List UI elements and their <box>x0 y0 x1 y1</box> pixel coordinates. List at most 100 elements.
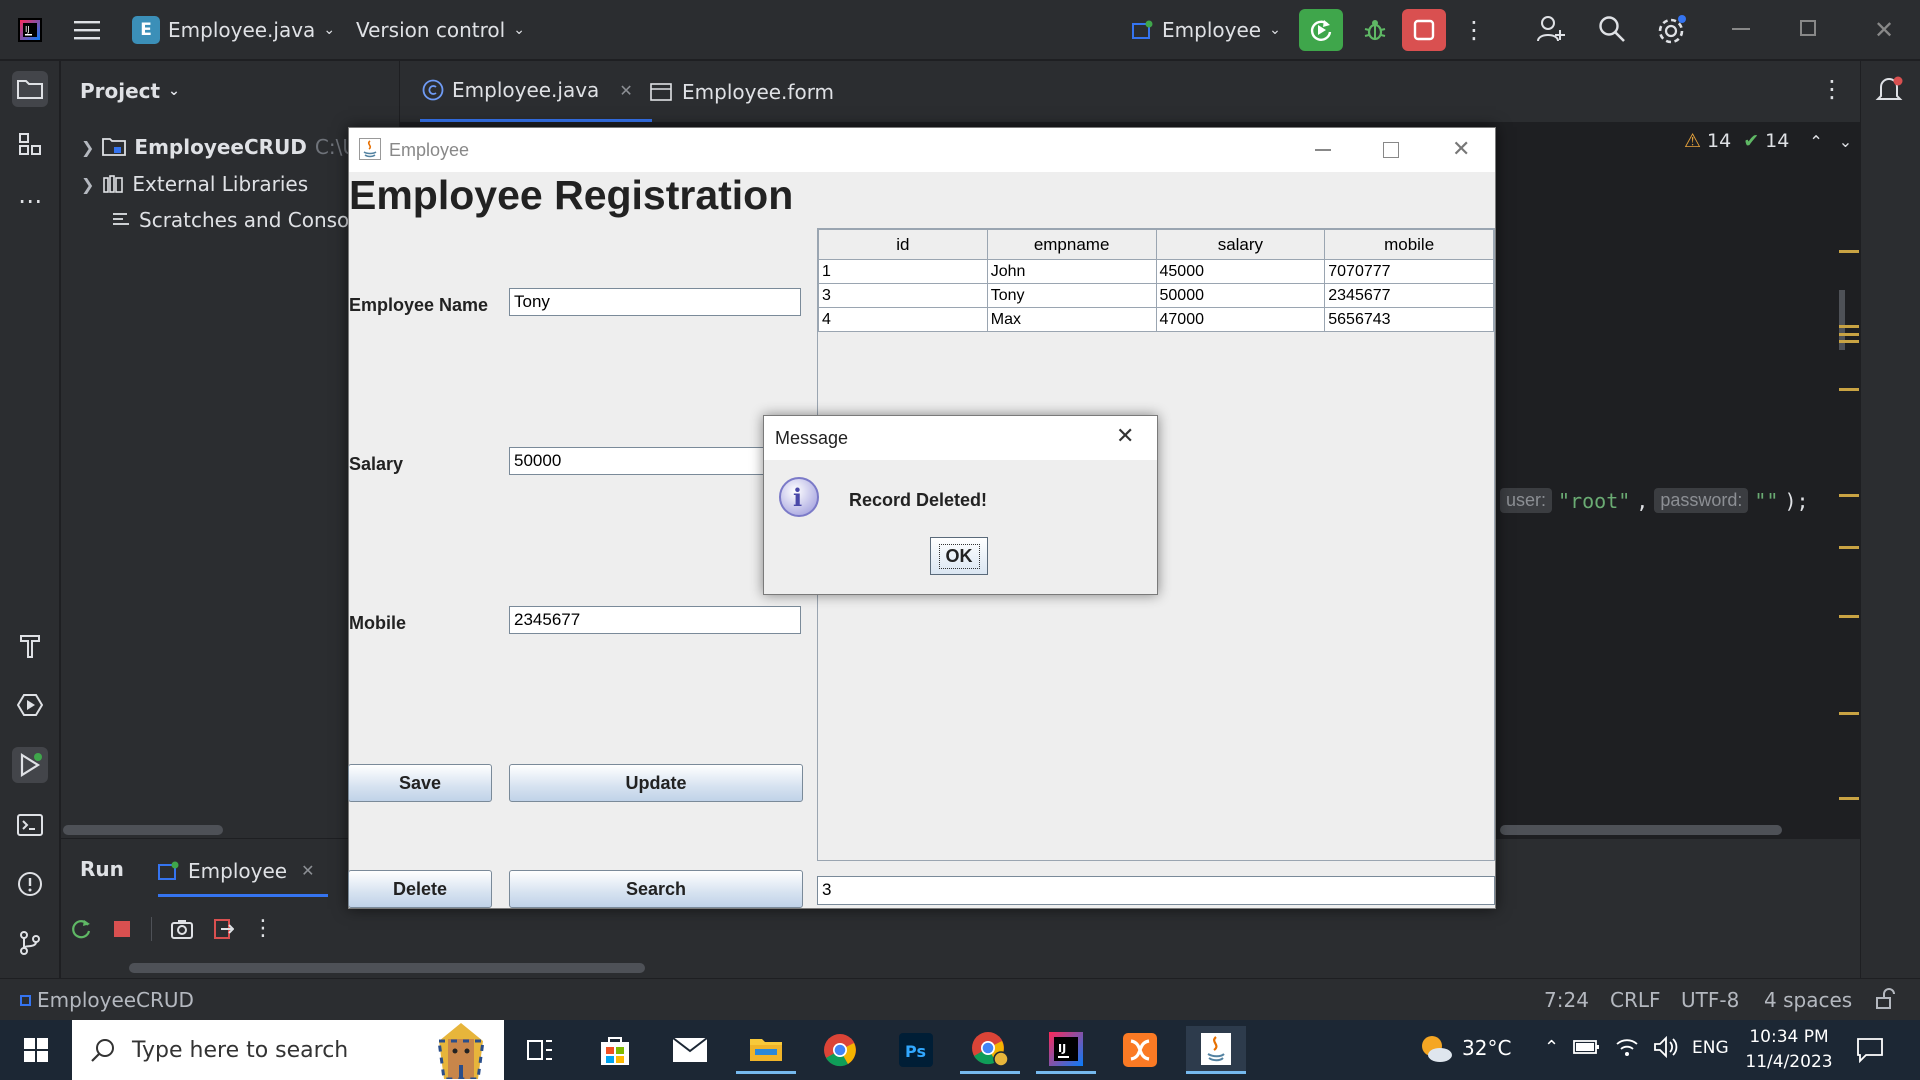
structure-icon[interactable] <box>12 126 48 162</box>
wifi-icon[interactable] <box>1615 1036 1639 1058</box>
error-stripe-mark[interactable] <box>1839 494 1859 497</box>
battery-icon[interactable] <box>1573 1038 1601 1056</box>
error-stripe-mark[interactable] <box>1839 250 1859 253</box>
error-stripe-mark[interactable] <box>1839 712 1859 715</box>
settings-gear-icon[interactable] <box>1656 14 1688 46</box>
lock-icon[interactable] <box>1874 988 1896 1010</box>
run-more-icon[interactable]: ⋮ <box>252 916 274 941</box>
table-row[interactable]: 4 Max 47000 5656743 <box>818 307 1494 332</box>
close-tab-icon[interactable]: ✕ <box>301 861 314 880</box>
status-indent[interactable]: 4 spaces <box>1764 988 1852 1012</box>
photoshop-icon[interactable]: Ps <box>886 1026 946 1074</box>
add-user-icon[interactable] <box>1536 14 1566 44</box>
terminal-icon[interactable] <box>12 807 48 843</box>
tab-employee-java[interactable]: Employee.java ✕ <box>420 61 652 122</box>
tab-employee-form[interactable]: Employee.form <box>650 61 834 122</box>
table-header-mobile[interactable]: mobile <box>1324 229 1494 260</box>
salary-field[interactable]: 50000 <box>509 447 801 475</box>
taskbar-search-box[interactable]: Type here to search <box>72 1020 504 1080</box>
run-tab-employee[interactable]: Employee ✕ <box>158 847 328 897</box>
run-config-selector[interactable]: Employee ⌄ <box>1132 12 1281 48</box>
inspection-widget[interactable]: ⚠ 14 ✔ 14 ⌃ ⌄ <box>1684 130 1852 152</box>
status-project[interactable]: EmployeeCRUD <box>20 988 194 1012</box>
windows-start-icon[interactable] <box>6 1026 66 1074</box>
chrome-profile-icon[interactable] <box>960 1026 1020 1074</box>
exit-icon[interactable] <box>212 918 234 940</box>
java-app-icon[interactable] <box>1186 1026 1246 1074</box>
editor-horizontal-scrollbar[interactable] <box>1500 825 1782 835</box>
console-scrollbar[interactable] <box>129 963 645 973</box>
chrome-icon[interactable] <box>810 1026 870 1074</box>
maximize-icon[interactable] <box>1800 20 1816 36</box>
taskbar-clock[interactable]: 10:34 PM 11/4/2023 <box>1742 1025 1836 1075</box>
notifications-bell-icon[interactable] <box>1875 74 1905 104</box>
search-id-field[interactable]: 3 <box>817 876 1495 905</box>
xampp-icon[interactable] <box>1110 1026 1170 1074</box>
problems-icon[interactable] <box>12 866 48 902</box>
intellij-logo[interactable]: IJ <box>18 12 42 48</box>
search-icon[interactable] <box>1598 15 1626 43</box>
table-header-empname[interactable]: empname <box>986 229 1157 260</box>
tree-item-scratches[interactable]: Scratches and Console <box>111 205 367 235</box>
more-tools-icon[interactable]: ⋯ <box>12 183 48 219</box>
close-icon[interactable]: ✕ <box>1452 136 1470 162</box>
error-stripe-mark[interactable] <box>1839 388 1859 391</box>
table-row[interactable]: 3 Tony 50000 2345677 <box>818 283 1494 308</box>
close-tab-icon[interactable]: ✕ <box>619 81 632 100</box>
employee-table[interactable]: id empname salary mobile 1 John 45000 70… <box>818 229 1494 332</box>
stop-icon[interactable] <box>111 918 133 940</box>
table-header-salary[interactable]: salary <box>1155 229 1326 260</box>
table-row[interactable]: 1 John 45000 7070777 <box>818 259 1494 284</box>
close-icon[interactable]: ✕ <box>1874 16 1894 44</box>
intellij-taskbar-icon[interactable]: IJ <box>1036 1026 1096 1074</box>
chevron-up-icon[interactable]: ⌃ <box>1809 132 1822 151</box>
employee-window-titlebar[interactable]: Employee ✕ <box>349 128 1495 172</box>
update-button[interactable]: Update <box>509 764 803 802</box>
error-stripe-mark[interactable] <box>1839 546 1859 549</box>
volume-icon[interactable] <box>1653 1036 1679 1058</box>
input-language[interactable]: ENG <box>1692 1038 1729 1058</box>
error-stripe-mark[interactable] <box>1839 615 1859 618</box>
services-icon[interactable] <box>12 687 48 723</box>
project-switcher[interactable]: E Employee.java ⌄ <box>132 12 335 48</box>
project-panel-header[interactable]: Project ⌄ <box>80 79 180 103</box>
run-tool-icon[interactable] <box>12 747 48 783</box>
mail-icon[interactable] <box>660 1026 720 1074</box>
error-stripe-mark[interactable] <box>1839 325 1859 328</box>
chevron-up-icon[interactable]: ⌃ <box>1544 1037 1559 1058</box>
tree-item-employeecrud[interactable]: ❯ EmployeeCRUD C:\U <box>81 132 357 162</box>
microsoft-store-icon[interactable] <box>585 1026 645 1074</box>
code-line-fragment[interactable]: user: "root" , password: "" ); <box>1500 488 1809 513</box>
horizontal-scrollbar[interactable] <box>63 825 223 835</box>
camera-icon[interactable] <box>170 918 194 940</box>
error-stripe-mark[interactable] <box>1839 797 1859 800</box>
action-center-icon[interactable] <box>1856 1037 1884 1063</box>
table-header-id[interactable]: id <box>818 229 988 260</box>
tree-item-external-libraries[interactable]: ❯ External Libraries <box>81 169 308 199</box>
task-view-icon[interactable] <box>510 1026 570 1074</box>
project-folder-icon[interactable] <box>12 71 48 107</box>
file-explorer-icon[interactable] <box>736 1026 796 1074</box>
mobile-field[interactable]: 2345677 <box>509 606 801 634</box>
weather-widget[interactable]: 32°C <box>1418 1032 1511 1064</box>
status-encoding[interactable]: UTF-8 <box>1681 988 1739 1012</box>
tabs-more-icon[interactable]: ⋮ <box>1820 75 1844 103</box>
git-branch-icon[interactable] <box>12 925 48 961</box>
search-button[interactable]: Search <box>509 870 803 908</box>
delete-button[interactable]: Delete <box>348 870 492 908</box>
dialog-titlebar[interactable]: Message ✕ <box>764 416 1157 460</box>
status-line-separator[interactable]: CRLF <box>1610 988 1661 1012</box>
maximize-icon[interactable] <box>1383 142 1399 158</box>
minimize-icon[interactable] <box>1315 149 1331 151</box>
error-stripe-mark[interactable] <box>1839 333 1859 336</box>
rerun-button[interactable] <box>1299 9 1343 51</box>
stop-button[interactable] <box>1402 9 1446 51</box>
employee-name-field[interactable]: Tony <box>509 288 801 316</box>
status-caret-position[interactable]: 7:24 <box>1544 988 1589 1012</box>
ok-button[interactable]: OK <box>930 537 988 575</box>
chevron-down-icon[interactable]: ⌄ <box>1839 132 1852 151</box>
close-icon[interactable]: ✕ <box>1116 423 1134 449</box>
error-stripe-mark[interactable] <box>1839 340 1859 343</box>
main-menu-icon[interactable] <box>74 12 100 48</box>
more-actions-icon[interactable]: ⋮ <box>1462 14 1486 46</box>
